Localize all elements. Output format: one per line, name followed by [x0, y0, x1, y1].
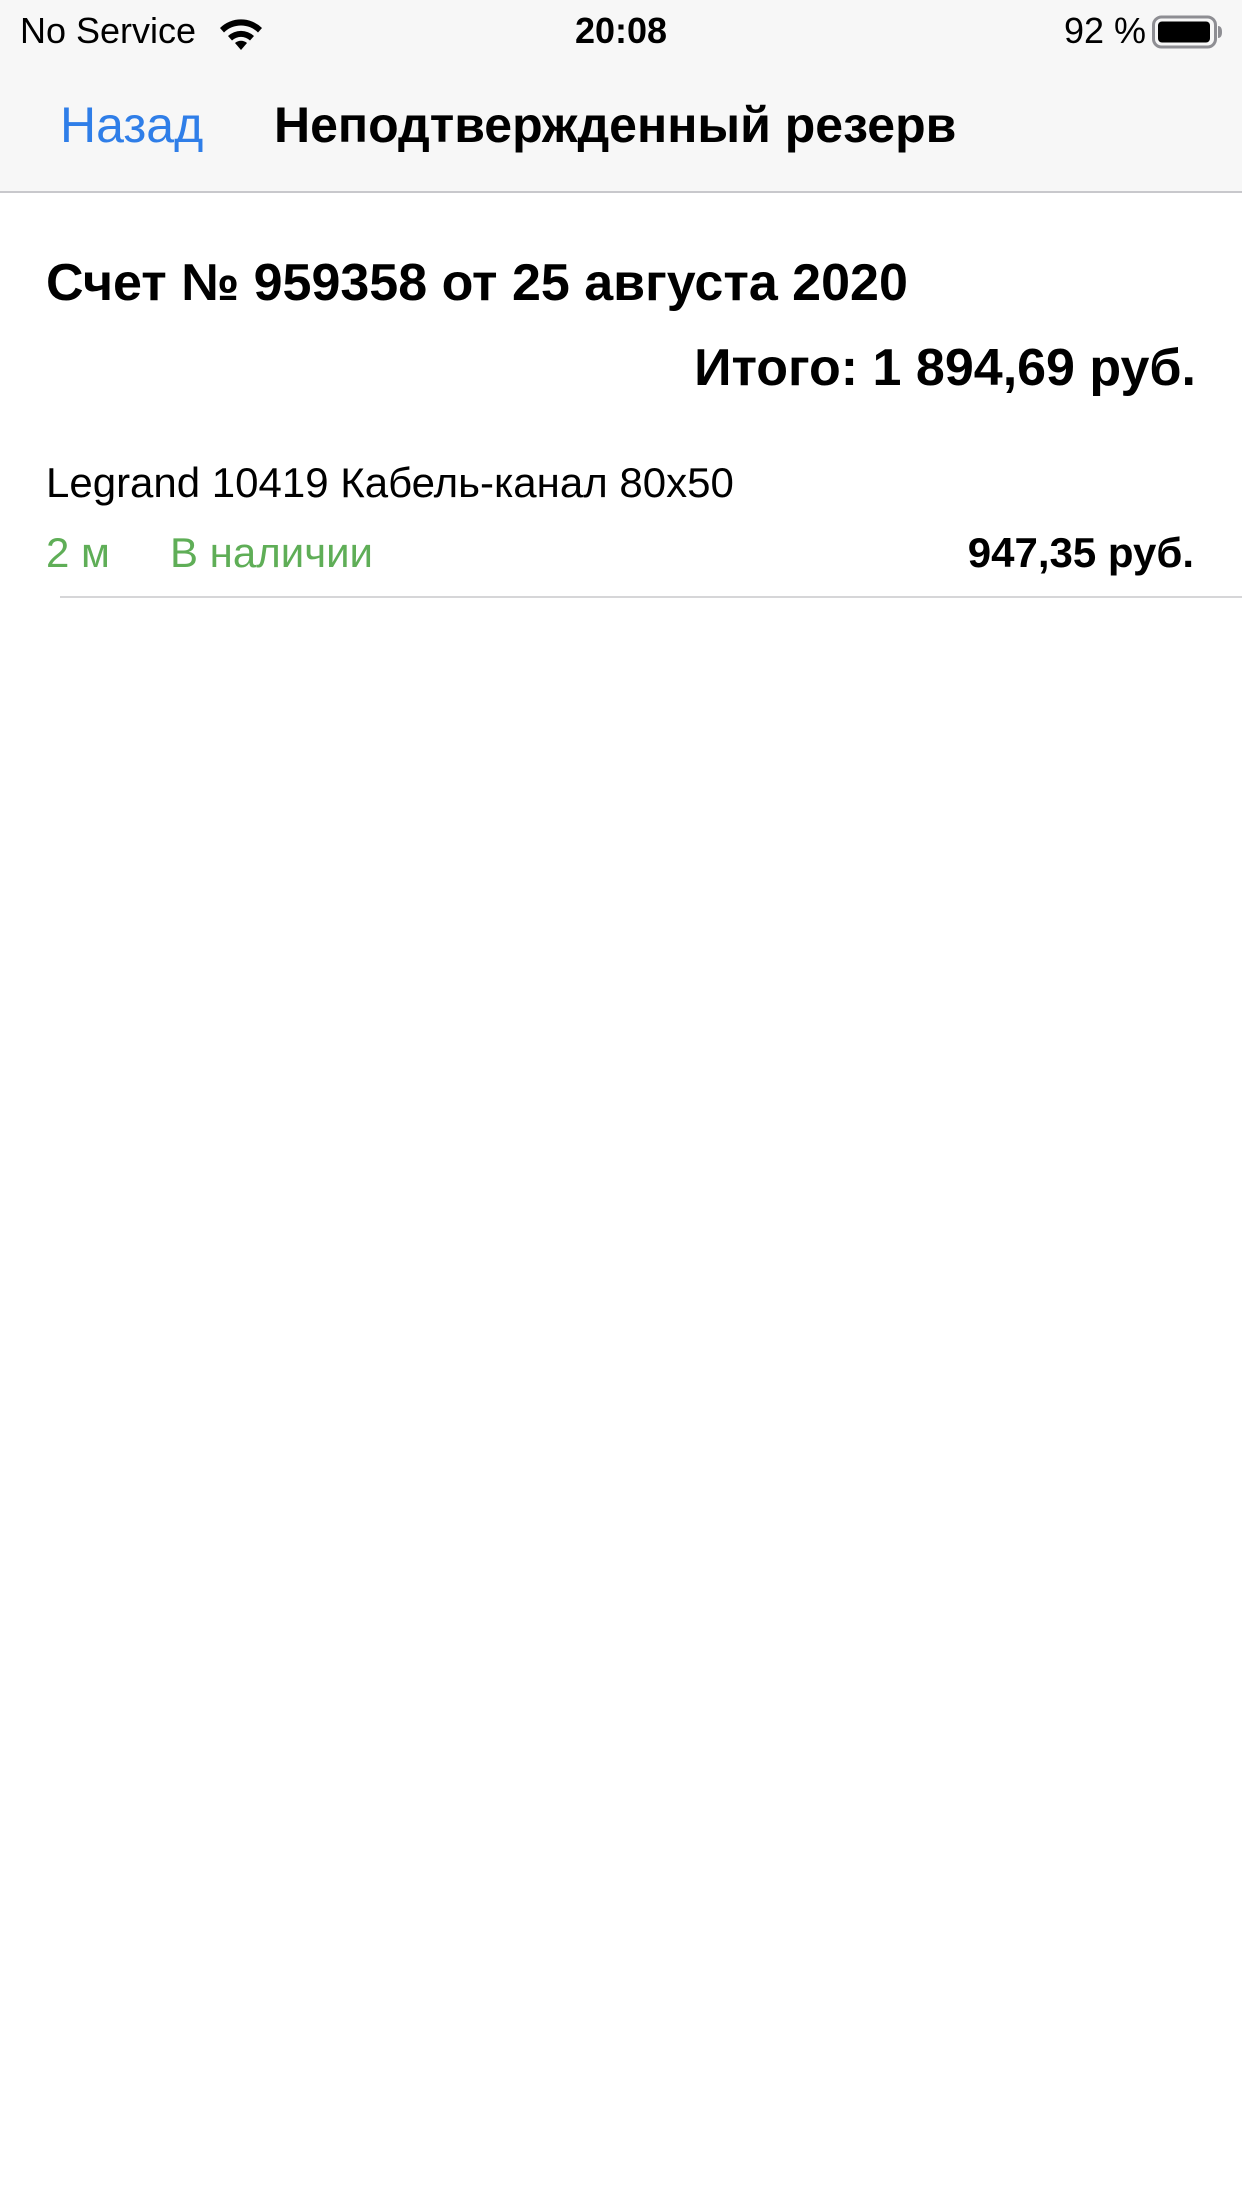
item-quantity: 2 м [46, 529, 110, 576]
navigation-bar: Назад Неподтвержденный резерв [0, 62, 1242, 193]
list-item[interactable]: Legrand 10419 Кабель-канал 80х50 2 м В н… [0, 446, 1242, 598]
page-title: Неподтвержденный резерв [274, 97, 957, 153]
battery-icon [1152, 15, 1222, 49]
clock: 20:08 [574, 10, 668, 51]
item-price: 947,35 руб. [967, 529, 1194, 576]
row-divider [60, 596, 1242, 598]
status-bar: No Service 20:08 92 % [0, 0, 1242, 62]
invoice-total: Итого: 1 894,69 руб. [694, 339, 1196, 397]
battery-percentage: 92 % [1063, 10, 1146, 51]
item-availability: В наличии [170, 529, 374, 576]
item-name: Legrand 10419 Кабель-канал 80х50 [46, 459, 734, 506]
invoice-title: Счет № 959358 от 25 августа 2020 [46, 254, 908, 312]
back-button[interactable]: Назад [60, 92, 203, 158]
